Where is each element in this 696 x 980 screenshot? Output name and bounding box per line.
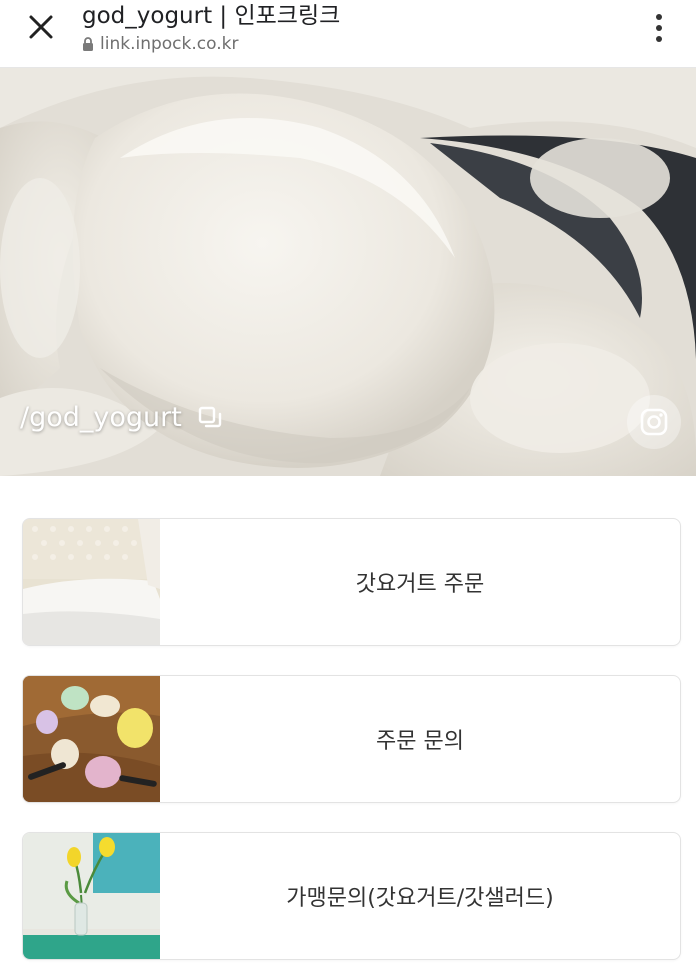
close-button[interactable]	[22, 10, 60, 44]
link-button-order[interactable]: 갓요거트 주문	[22, 518, 681, 646]
close-icon	[29, 15, 53, 39]
link-list: 갓요거트 주문 주문 문의 가맹문의(갓요거트/갓샐러드)	[22, 518, 681, 980]
more-vertical-icon	[656, 14, 662, 20]
page-title: god_yogurt | 인포크링크	[82, 3, 341, 29]
link-button-franchise[interactable]: 가맹문의(갓요거트/갓샐러드)	[22, 832, 681, 960]
link-label: 주문 문의	[376, 729, 464, 754]
profile-handle-row: /god_yogurt	[20, 402, 222, 433]
link-button-inquiry[interactable]: 주문 문의	[22, 675, 681, 803]
title-block: god_yogurt | 인포크링크 link.inpock.co.kr	[82, 1, 340, 55]
more-options-button[interactable]	[642, 8, 676, 48]
url-row[interactable]: link.inpock.co.kr	[82, 33, 340, 55]
copy-icon[interactable]	[198, 406, 222, 430]
instagram-icon	[640, 408, 668, 436]
more-vertical-icon-dot	[656, 25, 662, 31]
link-thumbnail	[23, 519, 160, 645]
instagram-button[interactable]	[627, 395, 681, 449]
link-label: 가맹문의(갓요거트/갓샐러드)	[286, 886, 554, 911]
yellow-tulip-vase-photo	[23, 833, 160, 959]
url-text: link.inpock.co.kr	[100, 34, 239, 54]
colored-yogurt-scoops-photo	[23, 676, 160, 802]
browser-top-bar: god_yogurt | 인포크링크 link.inpock.co.kr	[0, 0, 696, 68]
greek-yogurt-block-photo	[23, 519, 160, 645]
link-label: 갓요거트 주문	[355, 572, 485, 597]
link-thumbnail	[23, 833, 160, 959]
lock-icon	[82, 37, 94, 51]
profile-cover-image: /god_yogurt	[0, 68, 696, 476]
profile-handle: /god_yogurt	[20, 402, 182, 433]
link-thumbnail	[23, 676, 160, 802]
more-vertical-icon-dot	[656, 36, 662, 42]
